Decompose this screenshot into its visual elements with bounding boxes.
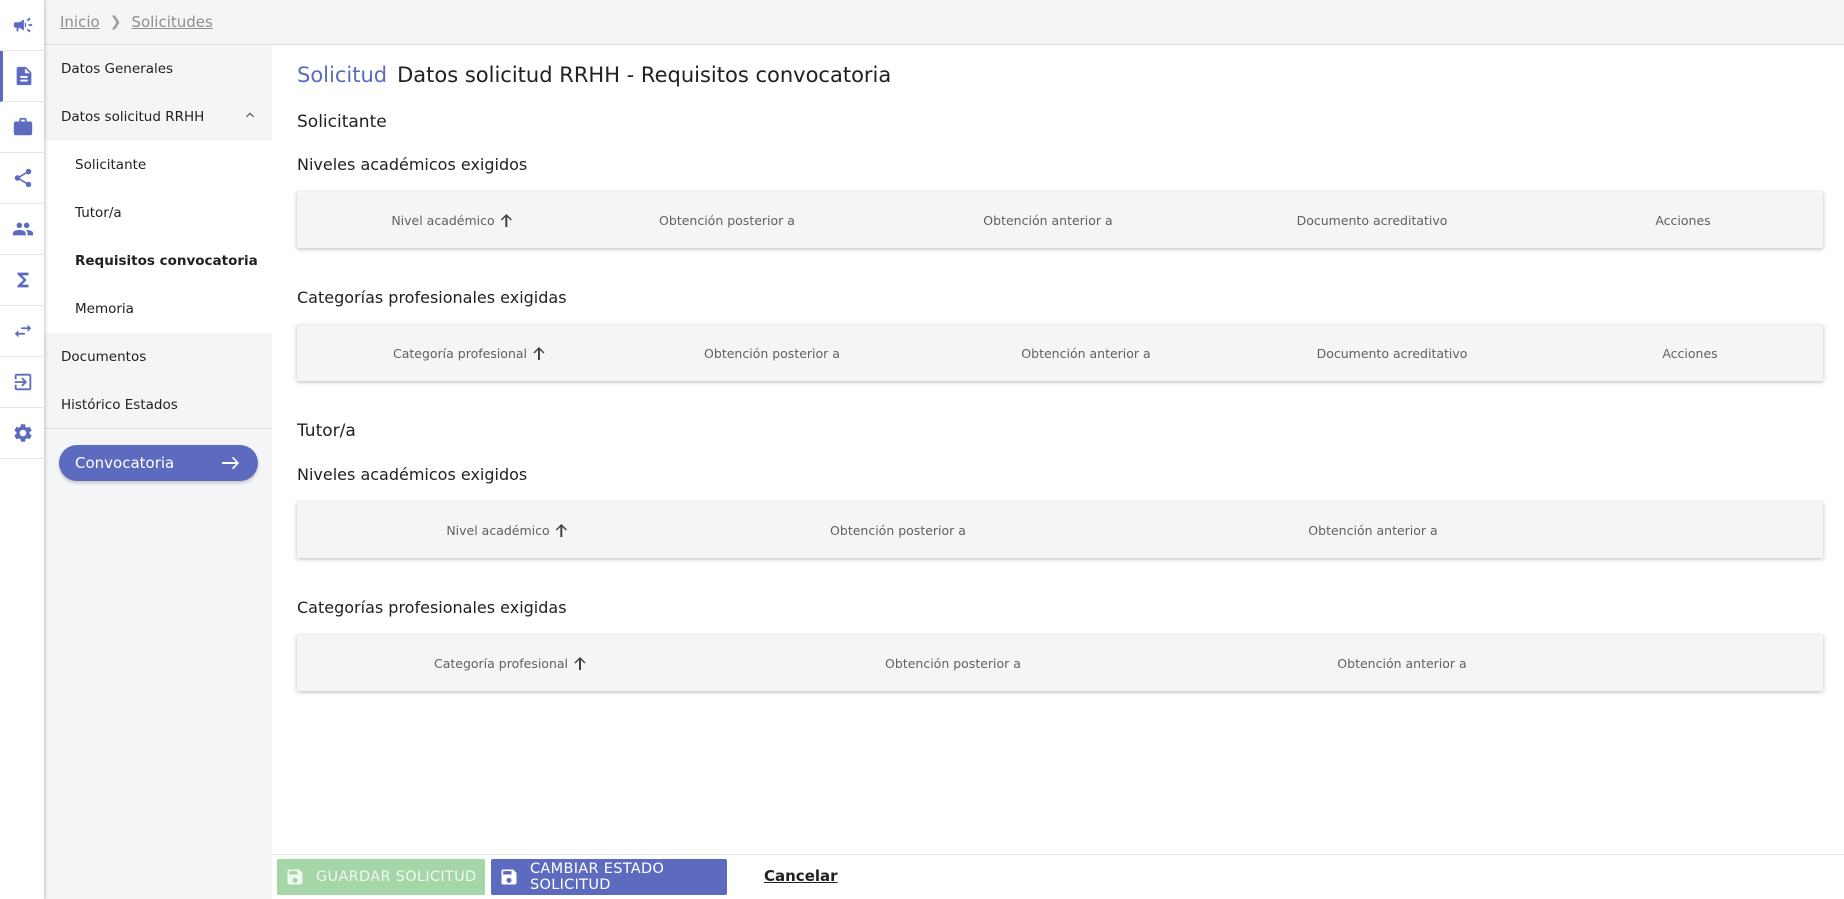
briefcase-icon — [13, 117, 32, 136]
column-header-label: Nivel académico — [391, 212, 495, 228]
menu-item-requisitos-convocatoria[interactable]: Requisitos convocatoria — [45, 237, 272, 285]
swap-icon — [14, 324, 31, 338]
solicitante-categorias-table: Categoría profesional Obtención posterio… — [297, 325, 1823, 381]
column-header-nivel-academico[interactable]: Nivel académico — [391, 192, 513, 248]
section-tutor: Tutor/a — [297, 421, 356, 441]
tutor-niveles-table: Nivel académico Obtención posterior a Ob… — [297, 502, 1823, 558]
breadcrumb-inicio[interactable]: Inicio — [60, 13, 100, 31]
column-header-obtencion-anterior[interactable]: Obtención anterior a — [1021, 325, 1150, 381]
side-menu: Datos Generales Datos solicitud RRHH Sol… — [45, 45, 272, 899]
tutor-categorias-heading: Categorías profesionales exigidas — [297, 598, 567, 617]
rail-item-sigma[interactable] — [0, 255, 45, 306]
breadcrumb-solicitudes[interactable]: Solicitudes — [131, 13, 212, 31]
arrow-up-icon — [574, 657, 586, 670]
page-title-text: Datos solicitud RRHH - Requisitos convoc… — [397, 63, 892, 87]
tutor-niveles-heading: Niveles académicos exigidos — [297, 465, 528, 484]
rail-item-logout[interactable] — [0, 357, 45, 408]
menu-item-documentos[interactable]: Documentos — [45, 333, 272, 381]
arrow-up-icon — [556, 524, 568, 537]
page-title-prefix: Solicitud — [297, 63, 388, 87]
column-header-acciones: Acciones — [1655, 212, 1711, 228]
share-icon — [14, 168, 31, 188]
column-header-categoria-profesional[interactable]: Categoría profesional — [393, 325, 545, 381]
chevron-up-icon — [246, 112, 254, 118]
column-header-obtencion-posterior[interactable]: Obtención posterior a — [830, 502, 966, 558]
change-state-label: CAMBIAR ESTADO SOLICITUD — [530, 861, 665, 893]
rail-item-transfer[interactable] — [0, 306, 45, 357]
column-header-acciones: Acciones — [1662, 345, 1718, 361]
cancel-link[interactable]: Cancelar — [764, 867, 838, 885]
save-icon — [287, 869, 303, 885]
convocatoria-button-label: Convocatoria — [75, 454, 175, 472]
menu-item-datos-solicitud-rrhh[interactable]: Datos solicitud RRHH — [45, 93, 272, 141]
arrow-up-icon — [501, 214, 513, 227]
action-bar: GUARDAR SOLICITUD CAMBIAR ESTADO SOLICIT… — [272, 854, 1844, 899]
menu-item-historico-estados[interactable]: Histórico Estados — [45, 381, 272, 429]
column-header-obtencion-posterior[interactable]: Obtención posterior a — [885, 635, 1021, 691]
change-state-button[interactable]: CAMBIAR ESTADO SOLICITUD — [491, 859, 727, 895]
rail-item-announcements[interactable] — [0, 0, 45, 51]
rail-item-solicitudes[interactable] — [0, 51, 45, 102]
save-solicitud-button[interactable]: GUARDAR SOLICITUD — [277, 859, 485, 895]
people-icon — [12, 222, 33, 236]
gear-icon — [13, 424, 32, 442]
breadcrumb: Inicio ❯ Solicitudes — [45, 0, 1844, 45]
rail-item-share[interactable] — [0, 153, 45, 204]
arrow-up-icon — [533, 347, 545, 360]
column-header-obtencion-anterior[interactable]: Obtención anterior a — [1308, 502, 1437, 558]
menu-item-solicitante[interactable]: Solicitante — [45, 141, 272, 189]
column-header-obtencion-posterior[interactable]: Obtención posterior a — [659, 192, 795, 248]
main-content: Solicitud Datos solicitud RRHH - Requisit… — [272, 45, 1844, 855]
column-header-documento-acreditativo[interactable]: Documento acreditativo — [1297, 192, 1448, 248]
solicitante-niveles-heading: Niveles académicos exigidos — [297, 155, 528, 174]
column-header-documento-acreditativo[interactable]: Documento acreditativo — [1317, 325, 1468, 381]
section-solicitante: Solicitante — [297, 112, 387, 132]
save-solicitud-label: GUARDAR SOLICITUD — [316, 869, 477, 885]
rail-item-people[interactable] — [0, 204, 45, 255]
column-header-label: Categoría profesional — [433, 655, 569, 671]
column-header-obtencion-anterior[interactable]: Obtención anterior a — [1337, 635, 1466, 691]
menu-item-tutor[interactable]: Tutor/a — [45, 189, 272, 237]
column-header-label: Categoría profesional — [392, 345, 528, 361]
megaphone-icon — [13, 17, 32, 33]
column-header-nivel-academico[interactable]: Nivel académico — [446, 502, 568, 558]
tutor-categorias-table: Categoría profesional Obtención posterio… — [297, 635, 1823, 691]
icon-rail — [0, 0, 45, 899]
solicitante-niveles-table: Nivel académico Obtención posterior a Ob… — [297, 192, 1823, 248]
arrow-right-icon — [222, 456, 239, 470]
menu-divider — [45, 428, 272, 429]
convocatoria-button[interactable]: Convocatoria — [59, 445, 258, 481]
rail-item-settings[interactable] — [0, 408, 45, 459]
save-icon — [501, 869, 517, 885]
menu-item-memoria[interactable]: Memoria — [45, 285, 272, 333]
column-header-obtencion-posterior[interactable]: Obtención posterior a — [704, 325, 840, 381]
menu-item-datos-generales[interactable]: Datos Generales — [45, 45, 272, 93]
column-header-label: Nivel académico — [446, 522, 550, 538]
chevron-right-icon: ❯ — [109, 14, 122, 30]
document-icon — [16, 66, 32, 86]
rail-item-convocatorias[interactable] — [0, 102, 45, 153]
page-title: Solicitud Datos solicitud RRHH - Requisit… — [297, 63, 891, 87]
solicitante-categorias-heading: Categorías profesionales exigidas — [297, 288, 567, 307]
logout-icon — [14, 373, 31, 391]
menu-item-label: Datos solicitud RRHH — [61, 109, 205, 125]
column-header-categoria-profesional[interactable]: Categoría profesional — [434, 635, 586, 691]
column-header-obtencion-anterior[interactable]: Obtención anterior a — [983, 192, 1112, 248]
sigma-icon — [17, 272, 28, 288]
